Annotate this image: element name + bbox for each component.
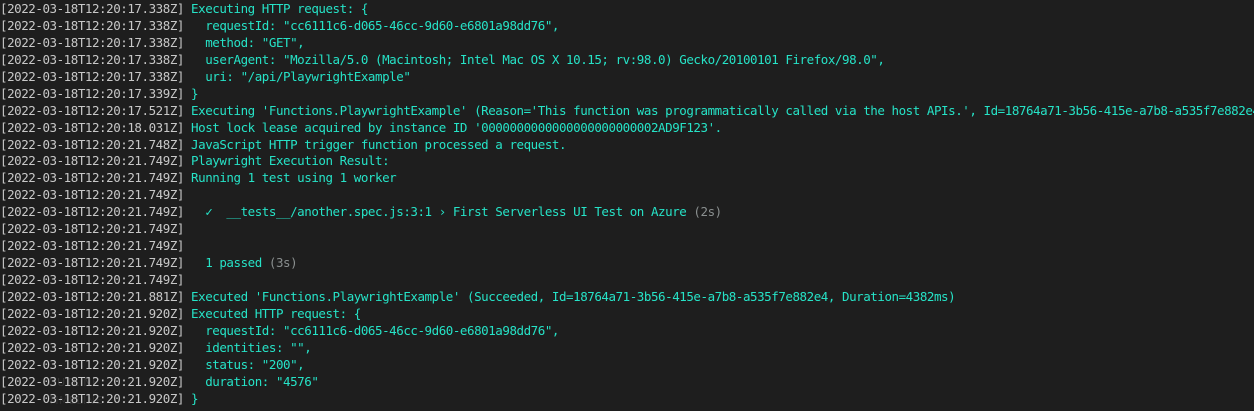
log-timestamp: [2022-03-18T12:20:21.881Z] xyxy=(0,288,184,304)
log-message: Playwright Execution Result: xyxy=(183,153,390,169)
log-timestamp: [2022-03-18T12:20:17.338Z] xyxy=(0,34,184,50)
log-timestamp: [2022-03-18T12:20:17.338Z] xyxy=(0,1,184,16)
log-line: [2022-03-18T12:20:17.339Z] } xyxy=(0,86,1254,103)
log-line: [2022-03-18T12:20:21.749Z] Playwright Ex… xyxy=(0,153,1254,170)
log-message: Executed 'Functions.PlaywrightExample' (… xyxy=(183,288,956,304)
log-message: status: "200", xyxy=(183,356,305,372)
log-duration: (3s) xyxy=(268,255,298,271)
log-timestamp: [2022-03-18T12:20:17.338Z] xyxy=(0,51,184,67)
log-line: [2022-03-18T12:20:21.749Z] xyxy=(0,187,1254,204)
log-line: [2022-03-18T12:20:18.031Z] Host lock lea… xyxy=(0,120,1254,137)
log-timestamp: [2022-03-18T12:20:17.339Z] xyxy=(0,85,184,101)
log-line: [2022-03-18T12:20:21.920Z] } xyxy=(0,391,1254,408)
log-timestamp: [2022-03-18T12:20:17.338Z] xyxy=(0,17,184,33)
log-timestamp: [2022-03-18T12:20:17.338Z] xyxy=(0,68,184,84)
log-line: [2022-03-18T12:20:17.338Z] Executing HTT… xyxy=(0,1,1254,18)
log-message: JavaScript HTTP trigger function process… xyxy=(183,136,567,152)
log-line: [2022-03-18T12:20:21.749Z] xyxy=(0,238,1254,255)
timeline-label-faded: TIMELINE xyxy=(48,394,103,407)
log-message: userAgent: "Mozilla/5.0 (Macintosh; Inte… xyxy=(183,51,885,67)
log-message: Executing HTTP request: { xyxy=(183,1,368,16)
log-lines: [2022-03-18T12:20:17.338Z] Executing HTT… xyxy=(0,1,1254,408)
log-timestamp: [2022-03-18T12:20:21.749Z] xyxy=(0,204,184,220)
log-message: method: "GET", xyxy=(183,34,305,50)
log-line: [2022-03-18T12:20:17.338Z] requestId: "c… xyxy=(0,18,1254,35)
log-timestamp: [2022-03-18T12:20:21.920Z] xyxy=(0,356,184,372)
log-line: [2022-03-18T12:20:21.920Z] requestId: "c… xyxy=(0,323,1254,340)
log-message: Running 1 test using 1 worker xyxy=(183,170,397,186)
log-message: uri: "/api/PlaywrightExample" xyxy=(183,68,411,84)
log-timestamp: [2022-03-18T12:20:21.749Z] xyxy=(0,238,184,254)
log-line: [2022-03-18T12:20:17.338Z] method: "GET"… xyxy=(0,35,1254,52)
log-line: [2022-03-18T12:20:21.881Z] Executed 'Fun… xyxy=(0,289,1254,306)
log-message: ✓ __tests__/another.spec.js:3:1 › First … xyxy=(183,204,694,220)
log-line: [2022-03-18T12:20:21.748Z] JavaScript HT… xyxy=(0,137,1254,154)
log-message: 1 passed xyxy=(183,255,269,271)
log-timestamp: [2022-03-18T12:20:17.521Z] xyxy=(0,102,184,118)
log-line: [2022-03-18T12:20:21.749Z] ✓ __tests__/a… xyxy=(0,204,1254,221)
log-timestamp: [2022-03-18T12:20:21.748Z] xyxy=(0,136,184,152)
log-duration: (2s) xyxy=(693,204,722,220)
log-message: requestId: "cc6111c6-d065-46cc-9d60-e680… xyxy=(183,322,559,338)
log-line: [2022-03-18T12:20:21.749Z] xyxy=(0,221,1254,238)
log-message: } xyxy=(183,85,199,101)
log-line: [2022-03-18T12:20:21.920Z] duration: "45… xyxy=(0,374,1254,391)
log-line: [2022-03-18T12:20:17.521Z] Executing 'Fu… xyxy=(0,103,1254,120)
log-message: Executing 'Functions.PlaywrightExample' … xyxy=(183,102,1254,118)
outline-label-faded: OUTLINE xyxy=(48,376,100,389)
log-message: identities: "", xyxy=(183,339,312,355)
log-line: [2022-03-18T12:20:17.338Z] uri: "/api/Pl… xyxy=(0,69,1254,86)
log-message: } xyxy=(183,390,199,406)
log-message: duration: "4576" xyxy=(183,373,319,389)
log-line: [2022-03-18T12:20:21.920Z] Executed HTTP… xyxy=(0,306,1254,323)
terminal-output-panel[interactable]: [2022-03-18T12:20:17.338Z] Executing HTT… xyxy=(0,0,1254,411)
log-line: [2022-03-18T12:20:21.920Z] status: "200"… xyxy=(0,357,1254,374)
log-line: [2022-03-18T12:20:21.920Z] identities: "… xyxy=(0,340,1254,357)
log-line: [2022-03-18T12:20:21.749Z] xyxy=(0,272,1254,289)
log-timestamp: [2022-03-18T12:20:21.749Z] xyxy=(0,221,184,237)
log-timestamp: [2022-03-18T12:20:21.920Z] xyxy=(0,339,184,355)
log-timestamp: [2022-03-18T12:20:21.920Z] xyxy=(0,305,184,321)
log-line: [2022-03-18T12:20:21.749Z] 1 passed (3s) xyxy=(0,255,1254,272)
log-message: Executed HTTP request: { xyxy=(183,305,361,321)
log-timestamp: [2022-03-18T12:20:21.920Z] xyxy=(0,322,184,338)
log-timestamp: [2022-03-18T12:20:21.749Z] xyxy=(0,187,184,203)
log-timestamp: [2022-03-18T12:20:21.749Z] xyxy=(0,170,184,186)
log-message: Host lock lease acquired by instance ID … xyxy=(183,119,722,135)
log-timestamp: [2022-03-18T12:20:21.749Z] xyxy=(0,255,184,271)
log-timestamp: [2022-03-18T12:20:21.749Z] xyxy=(0,153,184,169)
log-line: [2022-03-18T12:20:17.338Z] userAgent: "M… xyxy=(0,52,1254,69)
log-message: requestId: "cc6111c6-d065-46cc-9d60-e680… xyxy=(183,17,559,33)
log-timestamp: [2022-03-18T12:20:18.031Z] xyxy=(0,119,184,135)
log-timestamp: [2022-03-18T12:20:21.749Z] xyxy=(0,272,184,287)
log-line: [2022-03-18T12:20:21.749Z] Running 1 tes… xyxy=(0,170,1254,187)
